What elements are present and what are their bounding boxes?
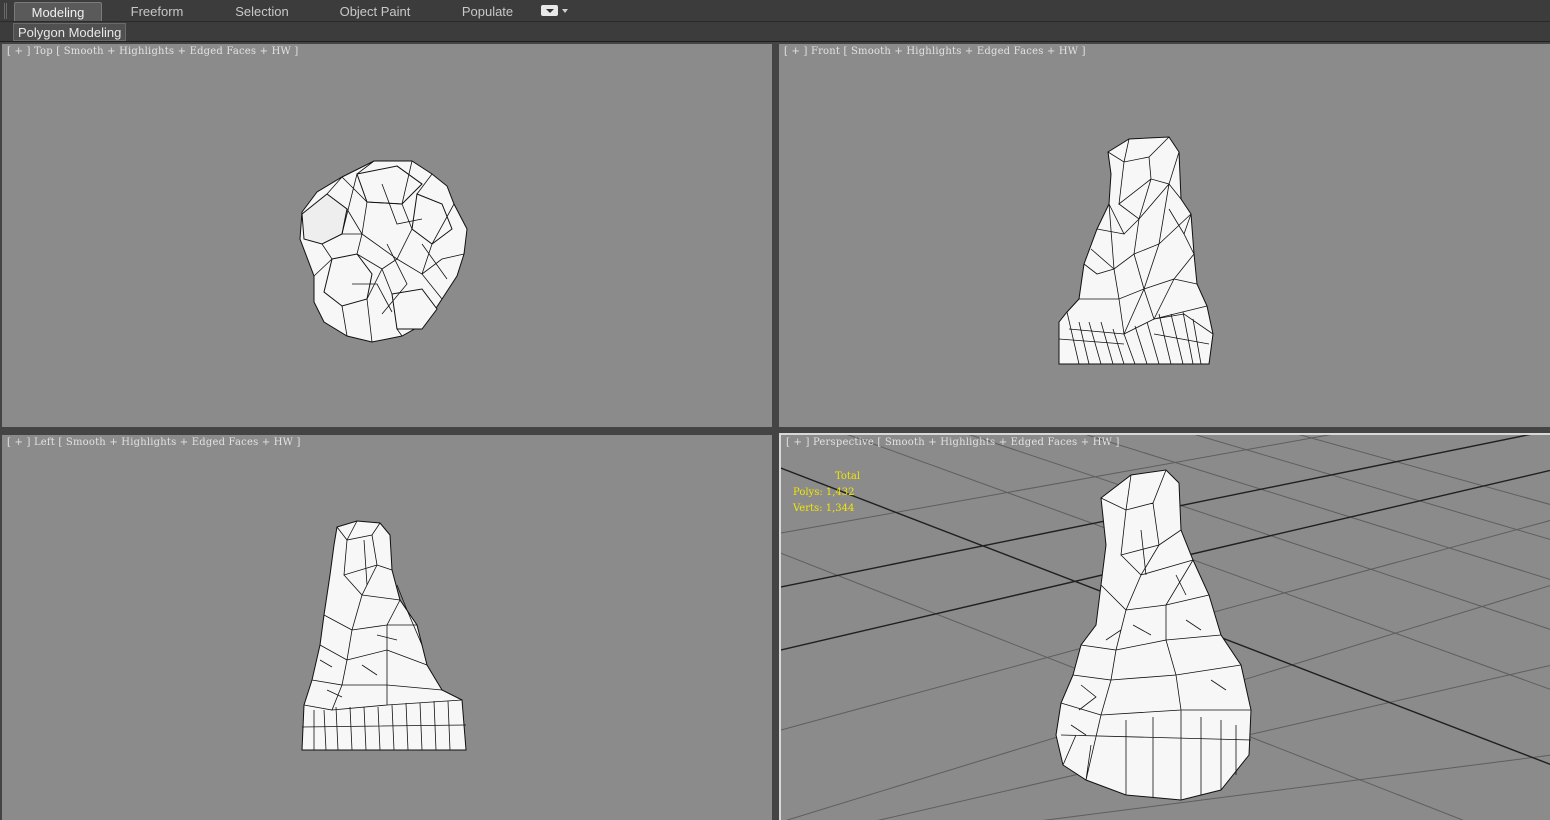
tab-modeling[interactable]: Modeling <box>14 2 102 21</box>
tab-populate[interactable]: Populate <box>440 2 535 21</box>
ribbon-grip-handle[interactable] <box>4 3 7 19</box>
tab-selection[interactable]: Selection <box>212 2 312 21</box>
polygon-modeling-panel-button[interactable]: Polygon Modeling <box>13 23 127 41</box>
chevron-down-icon <box>562 9 568 13</box>
ribbon-options-dropdown[interactable] <box>541 5 571 18</box>
ribbon-panel-bar: Polygon Modeling <box>0 22 1550 42</box>
viewport-left[interactable]: [ + ] Left [ Smooth + Highlights + Edged… <box>2 435 772 820</box>
rock-model-left-view <box>301 520 467 751</box>
ribbon-tab-bar: Modeling Freeform Selection Object Paint… <box>0 0 1550 22</box>
viewport-top[interactable]: [ + ] Top [ Smooth + Highlights + Edged … <box>2 44 772 427</box>
ribbon-options-icon <box>541 5 558 16</box>
tab-freeform[interactable]: Freeform <box>112 2 202 21</box>
viewport-perspective[interactable]: [ + ] Perspective [ Smooth + Highlights … <box>779 433 1550 820</box>
tab-object-paint[interactable]: Object Paint <box>322 2 428 21</box>
rock-model-front-view <box>1058 136 1214 365</box>
viewport-front[interactable]: [ + ] Front [ Smooth + Highlights + Edge… <box>779 44 1550 427</box>
rock-model-top-view <box>299 160 468 343</box>
rock-model-perspective-view <box>1055 469 1252 801</box>
